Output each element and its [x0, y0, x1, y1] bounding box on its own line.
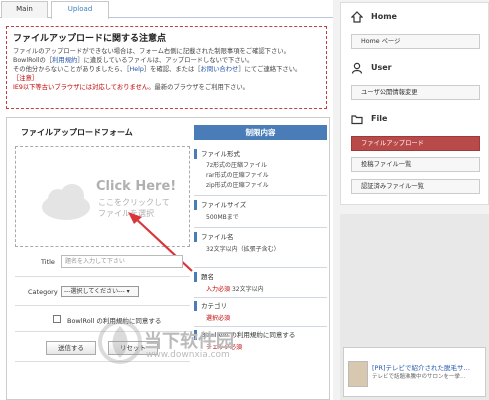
category-row: Category ---選択してください--- ▾: [15, 277, 190, 306]
rule-format-1: 7z形式の圧縮ファイル: [206, 162, 267, 169]
restrictions-panel: 制限内容 ファイル形式 7z形式の圧縮ファイル rar形式の圧縮ファイル zip…: [194, 125, 327, 351]
ad-title: [PR]テレビで紹介された脱毛サ…: [372, 364, 471, 372]
restrictions-heading: 制限内容: [194, 125, 327, 140]
sidebar: Home Home ページ User ユーザ公開情報変更 File ファイルアッ…: [340, 0, 489, 400]
ad-image: [348, 361, 368, 387]
rule-size-heading: ファイルサイズ: [194, 200, 327, 210]
notice-line-2: BowlRollの［利用規約］に違反しているファイルは、アップロードしないで下さ…: [13, 57, 254, 64]
sidebar-item-posted-files[interactable]: 投稿ファイル一覧: [351, 157, 480, 172]
rule-format-2: rar形式の圧縮ファイル: [206, 172, 269, 179]
category-label: Category: [28, 288, 58, 296]
rule-title-value: 入力必須 32文字以内: [206, 286, 264, 293]
agree-checkbox[interactable]: [53, 315, 61, 323]
chevron-down-icon: ▾: [126, 288, 130, 295]
watermark-url: www.downxia.com: [146, 350, 230, 360]
folder-icon: [351, 115, 363, 125]
notice-box: ファイルアップロードに関する注意点 ファイルのアップロードができない場合は、フォ…: [6, 26, 327, 109]
ad-text: テレビで話題沸騰中のサロンを一挙…: [372, 374, 466, 380]
sidebar-item-home-page[interactable]: Home ページ: [351, 34, 480, 49]
sidebar-menu: Home Home ページ User ユーザ公開情報変更 File ファイルアッ…: [340, 2, 489, 205]
tab-main[interactable]: Main: [1, 1, 48, 18]
click-here-text: Click Here!: [96, 179, 177, 194]
tab-bar: Main Upload: [0, 0, 333, 19]
watermark-logo-icon: [98, 320, 142, 364]
divider: [194, 267, 327, 268]
contact-link[interactable]: お問い合わせ: [201, 66, 239, 73]
rule-name-value: 32文字以内（拡張子含む）: [206, 246, 280, 253]
ad-banner[interactable]: [PR]テレビで紹介された脱毛サ… テレビで話題沸騰中のサロンを一挙…: [343, 347, 486, 397]
help-link[interactable]: Help: [130, 66, 144, 73]
home-heading: Home: [371, 12, 397, 21]
rule-format-heading: ファイル形式: [194, 149, 327, 159]
upload-cloud-icon: [42, 184, 90, 220]
rule-category-value: 選択必須: [206, 315, 231, 322]
title-label: Title: [41, 258, 55, 266]
file-dropzone[interactable]: Click Here! ここをクリックして ファイルを選択: [15, 146, 193, 272]
submit-button[interactable]: 送信する: [46, 341, 96, 355]
divider: [194, 297, 327, 298]
title-row: Title 題名を入力して下さい: [15, 248, 190, 277]
home-icon: [351, 11, 363, 23]
terms-link[interactable]: 利用規約: [52, 57, 77, 64]
notice-line-3: その他分からないことがありましたら、［Help］を確認、または［お問い合わせ］に…: [13, 66, 302, 73]
ad-area: [PR]テレビで紹介された脱毛サ… テレビで話題沸騰中のサロンを一挙…: [340, 214, 489, 400]
rule-format-3: zip形式の圧縮ファイル: [206, 182, 269, 189]
tab-upload[interactable]: Upload: [51, 1, 109, 19]
rule-size-value: 500MBまで: [206, 214, 239, 221]
rule-name-heading: ファイル名: [194, 232, 327, 242]
notice-line-4: ［注意］: [13, 75, 39, 82]
sidebar-item-verified-files[interactable]: 認証済みファイル一覧: [351, 179, 480, 194]
user-heading: User: [371, 63, 392, 72]
rule-title-heading: 題名: [194, 272, 327, 282]
file-heading: File: [371, 114, 388, 123]
divider: [194, 195, 327, 196]
rule-category-heading: カテゴリ: [194, 301, 327, 311]
notice-title: ファイルアップロードに関する注意点: [13, 34, 167, 44]
notice-line-5: IE9以下等古いブラウザには対応しておりません。最新のブラウザをご利用下さい。: [13, 84, 249, 91]
category-select[interactable]: ---選択してください--- ▾: [61, 286, 139, 297]
notice-line-1: ファイルのアップロードができない場合は、フォーム右側に記載された制限事項をご確認…: [13, 48, 290, 55]
divider: [194, 227, 327, 228]
title-input[interactable]: 題名を入力して下さい: [61, 255, 183, 268]
form-title: ファイルアップロードフォーム: [21, 128, 133, 137]
sidebar-item-user-profile[interactable]: ユーザ公開情報変更: [351, 85, 480, 100]
user-icon: [351, 62, 363, 74]
sidebar-item-file-upload[interactable]: ファイルアップロード: [351, 136, 480, 151]
